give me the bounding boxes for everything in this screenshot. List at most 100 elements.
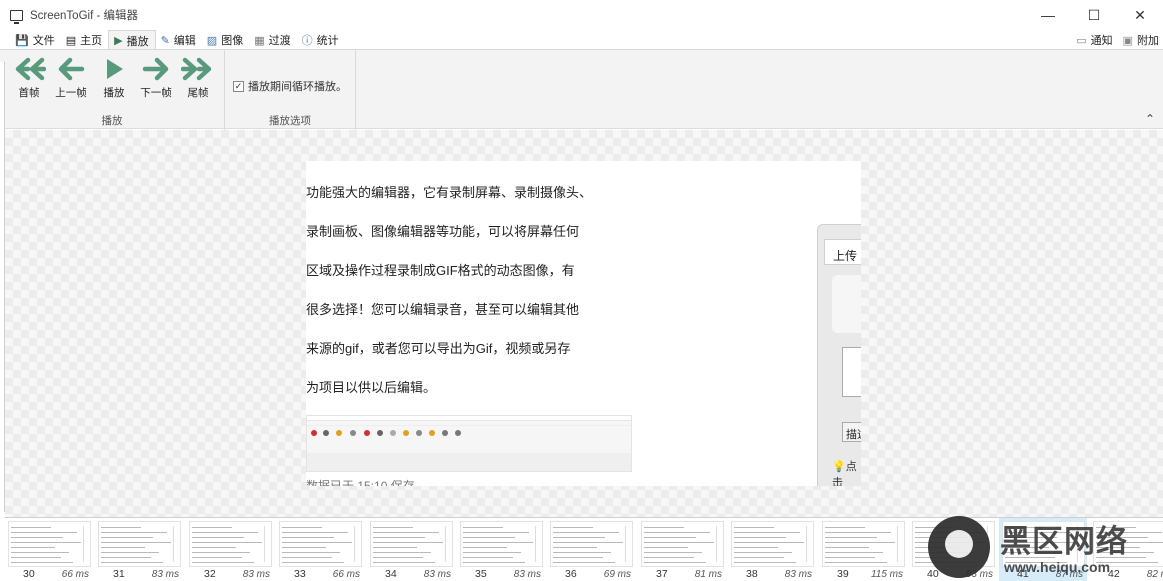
- extras-label: 附加: [1137, 35, 1159, 47]
- camera-icon: [377, 430, 383, 436]
- board-icon: [336, 430, 342, 436]
- info-icon: ⓘ: [301, 35, 313, 47]
- ribbon-tabs: 💾 文件 ▤ 主页 ▶ 播放 ✎ 编辑 ▨ 图像 ▦ 过渡 ⓘ 统计 ▭ 通知 ▣ 附加: [0, 30, 1163, 50]
- frame-thumbnail-image: [189, 521, 272, 567]
- frame-number: 34: [385, 568, 397, 580]
- frame-thumbnail[interactable]: 38 83 ms: [728, 518, 816, 581]
- frame-text-line: 录制画板、图像编辑器等功能，可以将屏幕任何: [306, 224, 580, 239]
- frame-thumbnail[interactable]: 30 66 ms: [5, 518, 93, 581]
- first-frame-label: 首帧: [18, 87, 40, 99]
- folder-icon: [429, 430, 435, 436]
- frame-text-line: 为项目以供以后编辑。: [306, 380, 437, 395]
- file-icon: [416, 430, 422, 436]
- frame-delay: 83 ms: [784, 569, 812, 580]
- extras-icon: ▣: [1122, 34, 1133, 47]
- tab-playback[interactable]: ▶ 播放: [108, 30, 156, 50]
- tab-label: 统计: [316, 35, 339, 47]
- frame-thumbnail[interactable]: 34 83 ms: [367, 518, 455, 581]
- playback-group: 首帧 上一帧 播放 下一帧 尾帧 播放: [0, 50, 225, 130]
- next-frame-button[interactable]: 下一帧: [136, 57, 176, 100]
- comment-icon: ▭: [1076, 34, 1087, 47]
- last-frame-button[interactable]: 尾帧: [178, 57, 218, 100]
- frame-text-line: 来源的gif，或者您可以导出为Gif，视频或另存: [306, 341, 571, 356]
- frame-text-line: 很多选择！您可以编辑录音，甚至可以编辑其他: [306, 302, 580, 317]
- frame-delay: 69 ms: [603, 569, 631, 580]
- title-bar: ScreenToGif - 编辑器 — ☐ ✕: [0, 0, 1163, 30]
- playback-group-label: 播放: [101, 115, 123, 127]
- play-button[interactable]: 播放: [94, 57, 134, 100]
- frame-delay: 83 ms: [242, 569, 270, 580]
- frame-delay: 66 ms: [61, 569, 89, 580]
- frame-delay: 115 ms: [870, 569, 903, 580]
- frame-delay: 83 ms: [151, 569, 179, 580]
- frame-number: 37: [656, 568, 668, 580]
- minimize-button[interactable]: —: [1025, 0, 1071, 30]
- upload-dialog-fragment: 上传 描述 💡点击 文件: [817, 224, 861, 486]
- transition-icon: ▦: [254, 34, 265, 47]
- frame-thumbnail[interactable]: 39 115 ms: [819, 518, 907, 581]
- notifications-button[interactable]: ▭ 通知: [1076, 32, 1112, 48]
- image-icon: ▨: [206, 34, 218, 47]
- frame-canvas[interactable]: 功能强大的编辑器，它有录制屏幕、录制摄像头、 录制画板、图像编辑器等功能，可以将…: [5, 130, 1163, 517]
- save-icon: 💾: [15, 34, 29, 47]
- previous-frame-label: 上一帧: [55, 87, 87, 99]
- tab-statistics[interactable]: ⓘ 统计: [297, 30, 345, 50]
- frame-delay: 83 ms: [423, 569, 451, 580]
- frame-thumbnail[interactable]: 32 83 ms: [186, 518, 274, 581]
- extras-button[interactable]: ▣ 附加: [1123, 32, 1159, 48]
- frame-delay: 83 ms: [513, 569, 541, 580]
- maximize-button[interactable]: ☐: [1071, 0, 1117, 30]
- frame-thumbnail[interactable]: 36 69 ms: [547, 518, 635, 581]
- loop-playback-label: 播放期间循环播放。: [248, 81, 347, 93]
- frame-thumbnail[interactable]: 35 83 ms: [457, 518, 545, 581]
- frame-thumbnail[interactable]: 31 83 ms: [95, 518, 183, 581]
- home-icon: ▤: [65, 34, 77, 47]
- tab-label: 播放: [126, 35, 149, 48]
- frame-number: 36: [565, 568, 577, 580]
- frame-thumbnail-image: [98, 521, 181, 567]
- tab-home[interactable]: ▤ 主页: [61, 30, 108, 50]
- close-button[interactable]: ✕: [1117, 0, 1163, 30]
- tab-label: 主页: [80, 35, 103, 47]
- first-frame-icon: [15, 57, 46, 81]
- close-icon: [455, 430, 461, 436]
- monitor-icon: [10, 9, 23, 24]
- arrow-right-icon: [142, 57, 169, 81]
- tab-file[interactable]: 💾 文件: [10, 30, 61, 50]
- loop-playback-checkbox[interactable]: ✓: [233, 80, 244, 92]
- tab-edit[interactable]: ✎ 编辑: [156, 30, 202, 50]
- frame-number: 30: [23, 568, 35, 580]
- play-label: 播放: [103, 87, 125, 99]
- last-frame-icon: [181, 57, 212, 81]
- frame-number: 32: [204, 568, 216, 580]
- tab-label: 过渡: [268, 35, 291, 47]
- notifications-label: 通知: [1090, 35, 1113, 47]
- frame-thumbnail-image: [641, 521, 724, 567]
- last-frame-label: 尾帧: [187, 87, 209, 99]
- frame-thumbnail-image: [370, 521, 453, 567]
- collapse-ribbon-button[interactable]: ⌃: [1145, 112, 1155, 126]
- frame-text-line: 功能强大的编辑器，它有录制屏幕、录制摄像头、: [306, 185, 593, 200]
- watermark-title: 黑区网络: [1000, 524, 1128, 560]
- previous-frame-button[interactable]: 上一帧: [51, 57, 91, 100]
- tab-transitions[interactable]: ▦ 过渡: [249, 30, 296, 50]
- tip-text: 💡点击 文件: [832, 461, 857, 486]
- frame-number: 33: [294, 568, 306, 580]
- frame-thumbnail[interactable]: 37 81 ms: [638, 518, 726, 581]
- folder-icon: [403, 430, 409, 436]
- frame-number: 38: [746, 568, 758, 580]
- frame-thumbnail[interactable]: 33 66 ms: [276, 518, 364, 581]
- upload-tab: 上传: [824, 239, 861, 265]
- frame-number: 35: [475, 568, 487, 580]
- tab-label: 编辑: [173, 35, 196, 47]
- playback-options-group: ✓ 播放期间循环播放。 播放选项: [225, 50, 356, 130]
- loop-playback-option[interactable]: ✓ 播放期间循环播放。: [233, 78, 347, 94]
- frame-thumbnail-image: [8, 521, 91, 567]
- first-frame-button[interactable]: 首帧: [9, 57, 49, 100]
- partial-text: 数据已于 15:10 保存: [306, 479, 415, 486]
- frame-preview: 功能强大的编辑器，它有录制屏幕、录制摄像头、 录制画板、图像编辑器等功能，可以将…: [306, 161, 861, 486]
- tab-image[interactable]: ▨ 图像: [202, 30, 249, 50]
- frame-number: 31: [113, 568, 125, 580]
- play-icon: ▶: [114, 35, 123, 47]
- frame-text-line: 区域及操作过程录制成GIF格式的动态图像，有: [306, 263, 575, 278]
